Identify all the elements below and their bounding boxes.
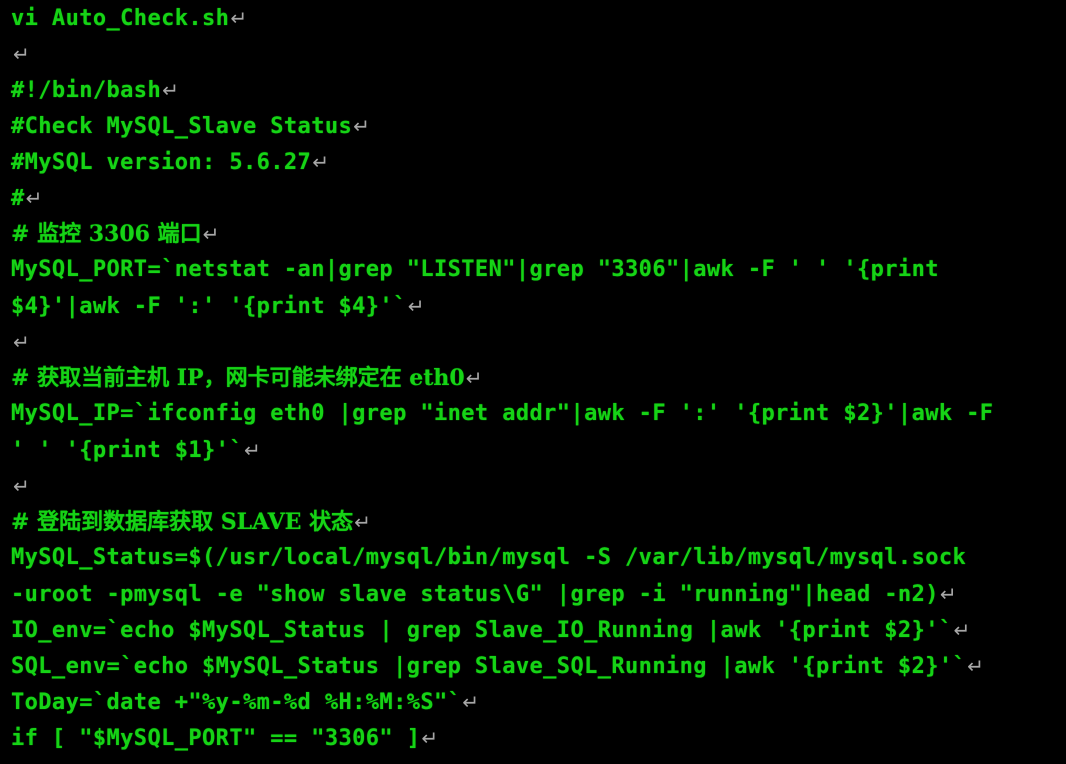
newline-return-icon: ↵ [407, 294, 425, 318]
terminal-line: MySQL_IP=`ifconfig eth0 |grep "inet addr… [0, 396, 1066, 432]
terminal-line: -uroot -pmysql -e "show slave status\G" … [0, 576, 1066, 612]
newline-return-icon: ↵ [462, 690, 480, 714]
newline-return-icon: ↵ [202, 222, 220, 246]
newline-return-icon: ↵ [13, 42, 31, 66]
terminal-line-text: ' ' '{print $1}'` [11, 438, 243, 463]
newline-return-icon: ↵ [967, 654, 985, 678]
terminal-line: SQL_env=`echo $MySQL_Status |grep Slave_… [0, 648, 1066, 684]
terminal-line: #MySQL version: 5.6.27↵ [0, 144, 1066, 180]
newline-return-icon: ↵ [353, 114, 371, 138]
terminal-line: # 登陆到数据库获取 SLAVE 状态↵ [0, 504, 1066, 540]
newline-return-icon: ↵ [953, 618, 971, 642]
terminal-line: MySQL_PORT=`netstat -an|grep "LISTEN"|gr… [0, 252, 1066, 288]
terminal-line-text: MySQL_IP=`ifconfig eth0 |grep "inet addr… [11, 401, 994, 426]
terminal-line-text: $4}'|awk -F ':' '{print $4}'` [11, 294, 407, 319]
newline-return-icon: ↵ [465, 366, 483, 390]
terminal-line: $4}'|awk -F ':' '{print $4}'`↵ [0, 288, 1066, 324]
terminal-line: #Check MySQL_Slave Status↵ [0, 108, 1066, 144]
terminal-line: ToDay=`date +"%y-%m-%d %H:%M:%S"`↵ [0, 684, 1066, 720]
terminal-line-text: ToDay=`date +"%y-%m-%d %H:%M:%S"` [11, 690, 462, 715]
terminal-screen[interactable]: vi Auto_Check.sh↵ ↵ #!/bin/bash↵ #Check MyS… [0, 0, 1066, 764]
terminal-line-text: # 登陆到数据库获取 SLAVE 状态 [11, 509, 354, 535]
newline-return-icon: ↵ [230, 6, 248, 30]
terminal-line: ↵ [0, 324, 1066, 360]
newline-return-icon: ↵ [162, 78, 180, 102]
newline-return-icon: ↵ [13, 474, 31, 498]
terminal-line: # 获取当前主机 IP，网卡可能未绑定在 eth0↵ [0, 360, 1066, 396]
terminal-line: vi Auto_Check.sh↵ [0, 0, 1066, 36]
terminal-line: ↵ [0, 468, 1066, 504]
terminal-line-text: IO_env=`echo $MySQL_Status | grep Slave_… [11, 618, 953, 643]
terminal-line-text: # 监控 3306 端口 [11, 221, 202, 247]
newline-return-icon: ↵ [243, 438, 262, 462]
terminal-line-text: # [11, 186, 25, 211]
terminal-line-text: MySQL_PORT=`netstat -an|grep "LISTEN"|gr… [11, 257, 939, 282]
terminal-line: ↵ [0, 36, 1066, 72]
newline-return-icon: ↵ [25, 186, 43, 210]
newline-return-icon: ↵ [939, 582, 958, 606]
terminal-line-text: #MySQL version: 5.6.27 [11, 150, 312, 175]
terminal-line: #↵ [0, 180, 1066, 216]
terminal-line-text: vi Auto_Check.sh [11, 6, 230, 31]
terminal-line-text: # 获取当前主机 IP，网卡可能未绑定在 eth0 [11, 365, 465, 391]
terminal-line-text: SQL_env=`echo $MySQL_Status |grep Slave_… [11, 654, 967, 679]
newline-return-icon: ↵ [421, 726, 439, 750]
terminal-line-text: -uroot -pmysql -e "show slave status\G" … [11, 582, 939, 607]
terminal-line-text: #!/bin/bash [11, 78, 162, 103]
terminal-line-text: MySQL_Status=$(/usr/local/mysql/bin/mysq… [11, 545, 967, 570]
terminal-line: #!/bin/bash↵ [0, 72, 1066, 108]
terminal-line: ' ' '{print $1}'`↵ [0, 432, 1066, 468]
terminal-line: IO_env=`echo $MySQL_Status | grep Slave_… [0, 612, 1066, 648]
terminal-line: if [ "$MySQL_PORT" == "3306" ]↵ [0, 720, 1066, 756]
newline-return-icon: ↵ [13, 330, 31, 354]
terminal-line: # 监控 3306 端口↵ [0, 216, 1066, 252]
terminal-line-text: if [ "$MySQL_PORT" == "3306" ] [11, 726, 421, 751]
newline-return-icon: ↵ [312, 150, 330, 174]
newline-return-icon: ↵ [354, 510, 371, 534]
terminal-line: MySQL_Status=$(/usr/local/mysql/bin/mysq… [0, 540, 1066, 576]
terminal-line-text: #Check MySQL_Slave Status [11, 114, 353, 139]
